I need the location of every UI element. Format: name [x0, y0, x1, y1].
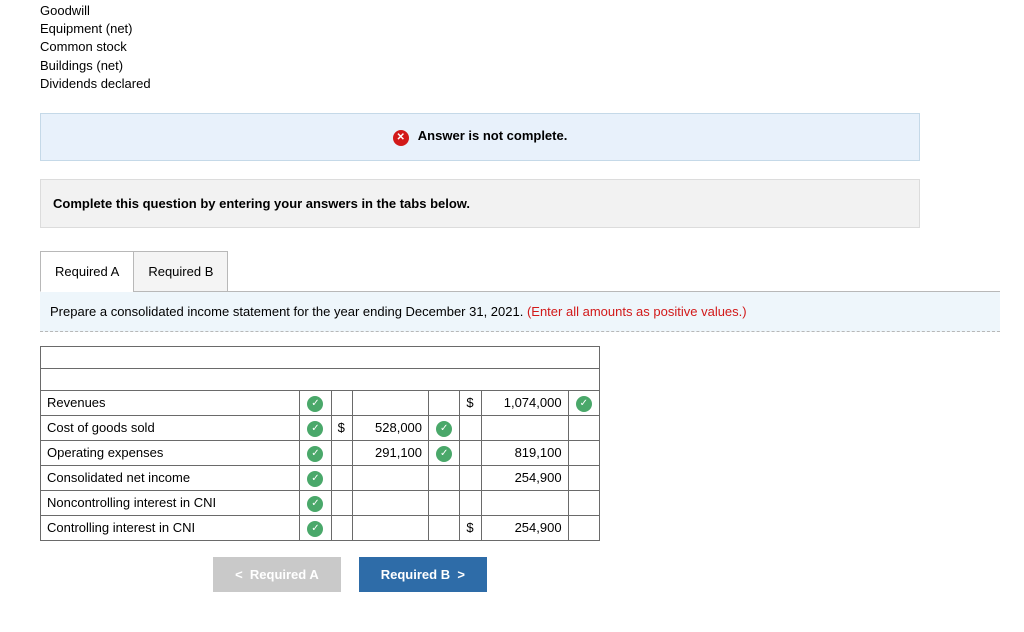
row-label[interactable]: Noncontrolling interest in CNI [41, 490, 300, 515]
check-icon [568, 415, 599, 440]
next-button[interactable]: Required B > [359, 557, 487, 592]
panel-hint: (Enter all amounts as positive values.) [527, 304, 747, 319]
amount-cell[interactable]: 1,074,000 [482, 390, 568, 415]
check-icon [568, 490, 599, 515]
check-icon [568, 440, 599, 465]
check-icon: ✓ [300, 465, 331, 490]
x-circle-icon: ✕ [393, 130, 409, 146]
check-icon [429, 465, 460, 490]
list-item: Buildings (net) [40, 57, 1024, 75]
row-label[interactable]: Consolidated net income [41, 465, 300, 490]
table-row: Operating expenses ✓ 291,100 ✓ 819,100 [41, 440, 600, 465]
table-row: Revenues ✓ $ 1,074,000 ✓ [41, 390, 600, 415]
row-label[interactable]: Operating expenses [41, 440, 300, 465]
income-statement-table: Consolidated Income Statement For the Ye… [40, 346, 600, 541]
currency [460, 490, 482, 515]
row-label[interactable]: Revenues [41, 390, 300, 415]
table-row: Cost of goods sold ✓ $ 528,000 ✓ [41, 415, 600, 440]
amount-cell[interactable] [353, 465, 429, 490]
row-label[interactable]: Controlling interest in CNI [41, 515, 300, 540]
check-icon: ✓ [300, 515, 331, 540]
currency [331, 440, 353, 465]
amount-cell[interactable]: 819,100 [482, 440, 568, 465]
amount-cell[interactable]: 254,900 [482, 515, 568, 540]
nav-buttons: < Required A Required B > [40, 557, 660, 592]
table-row: Consolidated net income ✓ 254,900 [41, 465, 600, 490]
stmt-subtitle: For the Year Ending December 31, 2021 [41, 368, 600, 390]
currency: $ [460, 390, 482, 415]
check-icon [429, 390, 460, 415]
currency [331, 490, 353, 515]
amount-cell[interactable]: 528,000 [353, 415, 429, 440]
amount-cell[interactable]: 291,100 [353, 440, 429, 465]
table-row: Noncontrolling interest in CNI ✓ [41, 490, 600, 515]
check-icon [429, 515, 460, 540]
check-icon: ✓ [568, 390, 599, 415]
next-label: Required B [381, 567, 450, 582]
list-item: Common stock [40, 38, 1024, 56]
amount-cell[interactable]: 254,900 [482, 465, 568, 490]
answer-status-text: Answer is not complete. [418, 128, 568, 143]
tab-panel: Prepare a consolidated income statement … [40, 291, 1000, 332]
answer-status-banner: ✕ Answer is not complete. [40, 113, 920, 161]
check-icon: ✓ [429, 415, 460, 440]
amount-cell[interactable] [482, 415, 568, 440]
amount-cell[interactable] [482, 490, 568, 515]
tabs: Required A Required B [40, 250, 1024, 291]
currency [460, 415, 482, 440]
panel-text: Prepare a consolidated income statement … [50, 304, 527, 319]
check-icon [568, 465, 599, 490]
amount-cell[interactable] [353, 390, 429, 415]
currency [331, 390, 353, 415]
instruction-bar: Complete this question by entering your … [40, 179, 920, 228]
prev-label: Required A [250, 567, 319, 582]
currency: $ [331, 415, 353, 440]
check-icon [568, 515, 599, 540]
row-label[interactable]: Cost of goods sold [41, 415, 300, 440]
check-icon: ✓ [300, 440, 331, 465]
table-row: Controlling interest in CNI ✓ $ 254,900 [41, 515, 600, 540]
stmt-title: Consolidated Income Statement [41, 346, 600, 368]
check-icon [429, 490, 460, 515]
prev-button[interactable]: < Required A [213, 557, 341, 592]
list-item: Goodwill [40, 2, 1024, 20]
currency [331, 515, 353, 540]
list-item: Dividends declared [40, 75, 1024, 93]
chevron-right-icon: > [457, 567, 465, 582]
check-icon: ✓ [300, 490, 331, 515]
list-item: Equipment (net) [40, 20, 1024, 38]
check-icon: ✓ [300, 390, 331, 415]
tab-required-a[interactable]: Required A [40, 251, 134, 292]
instruction-text: Complete this question by entering your … [53, 196, 470, 211]
currency: $ [460, 515, 482, 540]
amount-cell[interactable] [353, 515, 429, 540]
chevron-left-icon: < [235, 567, 243, 582]
tab-required-b[interactable]: Required B [133, 251, 228, 292]
currency [460, 465, 482, 490]
check-icon: ✓ [300, 415, 331, 440]
amount-cell[interactable] [353, 490, 429, 515]
currency [331, 465, 353, 490]
check-icon: ✓ [429, 440, 460, 465]
account-list: Goodwill Equipment (net) Common stock Bu… [40, 0, 1024, 93]
currency [460, 440, 482, 465]
